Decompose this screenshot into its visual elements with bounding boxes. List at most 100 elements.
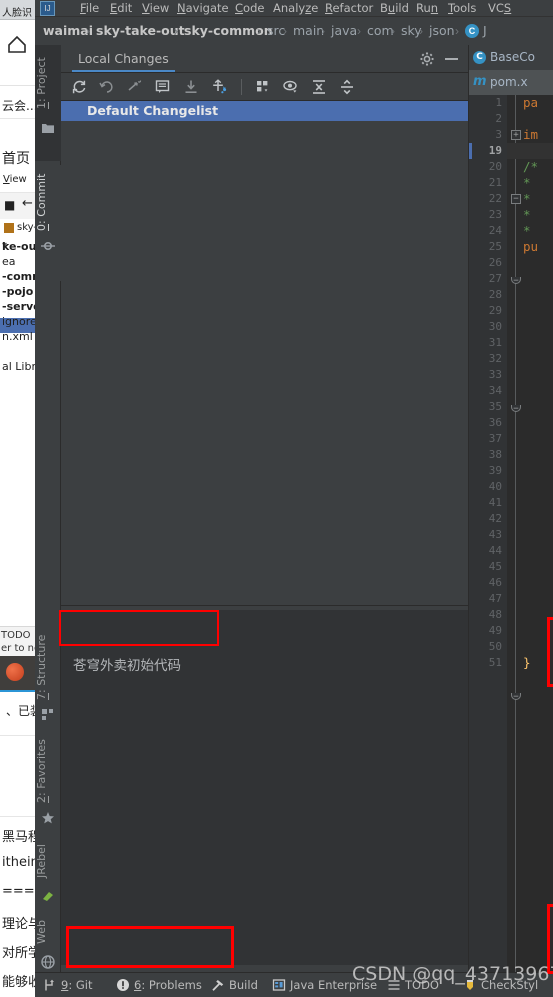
changelist-name: Default Changelist (87, 103, 219, 118)
update-project-icon[interactable] (183, 79, 199, 95)
commit-message-input[interactable] (73, 650, 453, 678)
line-number: 38 (488, 448, 502, 461)
menu-refactor[interactable]: Refactor (325, 1, 373, 16)
shelve-silently-icon[interactable] (127, 79, 143, 95)
fold-end-icon[interactable]: − (511, 277, 521, 286)
status-problems[interactable]: 6: Problems (134, 977, 202, 994)
changed-files-list[interactable] (61, 121, 468, 605)
expand-all-icon[interactable] (311, 79, 327, 95)
line-number: 3 (495, 128, 502, 141)
sidebar-item-favorites[interactable]: 2: Favorites (35, 735, 61, 807)
editor-tabs: C BaseCo m pom.x (469, 45, 553, 95)
preview-diff-icon[interactable] (283, 79, 299, 95)
tab-local-changes[interactable]: Local Changes (72, 48, 175, 72)
bg-menu-view[interactable]: View (3, 174, 27, 185)
commit-message-area[interactable] (61, 610, 468, 965)
folder-icon (41, 121, 55, 135)
fold-expand-icon[interactable]: + (511, 130, 521, 140)
rollback-icon[interactable] (99, 79, 115, 95)
code-line: * (523, 207, 531, 222)
bookmark-label[interactable]: 云会... (2, 97, 37, 114)
commit-node-icon (41, 239, 55, 253)
line-number: 25 (488, 240, 502, 253)
line-number: 43 (488, 528, 502, 541)
refresh-icon[interactable] (71, 79, 87, 95)
line-number: 24 (488, 224, 502, 237)
breadcrumb-separator: › (419, 24, 423, 38)
sidebar-item-web[interactable]: Web (35, 913, 61, 951)
bg-tree-item[interactable]: n.xml (0, 330, 33, 343)
line-number: 26 (488, 256, 502, 269)
breadcrumb-item-main[interactable]: main (293, 22, 324, 40)
sidebar-item-jrebel[interactable]: JRebel (35, 837, 61, 885)
menu-view[interactable]: View (142, 1, 169, 16)
menu-bar: IJ File Edit View Navigate Code Analyze Refact… (35, 0, 553, 17)
line-number: 50 (488, 640, 502, 653)
todo-label[interactable]: TODO (1, 630, 31, 641)
powerpoint-icon[interactable] (6, 663, 24, 681)
menu-tools[interactable]: Tools (448, 1, 476, 16)
branch-icon (43, 978, 57, 992)
fold-collapse-icon[interactable]: − (511, 194, 521, 204)
editor-body[interactable]: 1 2 3 19 20 21 22 23 24 25 26 27 28 29 30 31 32 33 34 35 36 3… (469, 95, 553, 997)
home-icon[interactable] (6, 33, 28, 55)
watermark: CSDN @qq_43713967 (352, 963, 553, 985)
commit-tool-window: Local Changes Default Changelist 苍穹外卖初始代… (61, 45, 488, 997)
menu-build[interactable]: Build (380, 1, 409, 16)
breadcrumb-item-sky-take-out[interactable]: sky-take-out (96, 22, 185, 40)
code-editor: C BaseCo m pom.x 1 2 3 19 20 21 22 23 24 25 26 27 28… (468, 45, 553, 997)
menu-code[interactable]: Code (235, 1, 264, 16)
minimize-icon[interactable] (445, 58, 458, 60)
code-line: im (523, 127, 539, 142)
move-to-changelist-icon[interactable] (211, 79, 227, 95)
changelist-row[interactable]: Default Changelist (61, 101, 468, 121)
back-arrow-icon[interactable]: ← (22, 196, 33, 211)
bg-tree-item[interactable]: ea (0, 255, 16, 268)
fold-end-icon[interactable]: − (511, 693, 521, 702)
show-diff-icon[interactable] (155, 79, 171, 95)
sidebar-item-commit[interactable]: 0: Commit (35, 171, 61, 233)
menu-edit[interactable]: Edit (110, 1, 132, 16)
line-number: 1 (495, 96, 502, 109)
tab-baseco[interactable]: C BaseCo (469, 45, 553, 70)
menu-navigate[interactable]: Navigate (177, 1, 229, 16)
breadcrumb-item-json[interactable]: json (429, 22, 455, 40)
structure-icon (41, 707, 55, 721)
menu-analyze[interactable]: Analyze (273, 1, 318, 16)
breadcrumb-item-leaf[interactable]: J (483, 22, 487, 40)
bg-tree-item[interactable]: -pojo (0, 285, 33, 298)
line-number: 45 (488, 560, 502, 573)
current-line-highlight (507, 143, 553, 159)
line-number: 47 (488, 592, 502, 605)
sidebar-item-project[interactable]: 1: Project (35, 51, 61, 115)
tab-pom[interactable]: m pom.x (469, 70, 553, 95)
line-number: 20 (488, 160, 502, 173)
line-number: 42 (488, 512, 502, 525)
menu-run[interactable]: Run (416, 1, 438, 16)
line-number: 29 (488, 304, 502, 317)
breadcrumb-item-com[interactable]: com (367, 22, 394, 40)
code-line: } (523, 655, 531, 670)
breadcrumb-item-java[interactable]: java (331, 22, 357, 40)
collapse-all-icon[interactable] (339, 79, 355, 95)
app-logo-icon[interactable]: IJ (40, 1, 55, 16)
fold-end-icon[interactable]: − (511, 405, 521, 414)
line-number: 21 (488, 176, 502, 189)
commit-tabbar: Local Changes (61, 45, 468, 73)
group-by-icon[interactable] (255, 79, 271, 95)
bg-tree-item[interactable]: ignore (0, 315, 37, 328)
left-tool-window-bar: 1: Project 0: Commit 7: Structure 2: Fav… (35, 45, 61, 997)
gear-icon[interactable] (420, 52, 434, 66)
line-number: 39 (488, 464, 502, 477)
stop-icon[interactable]: ■ (4, 198, 15, 212)
web-icon (41, 955, 55, 969)
breadcrumb-separator: › (391, 24, 395, 38)
sidebar-item-structure[interactable]: 7: Structure (35, 631, 61, 703)
menu-file[interactable]: File (80, 1, 99, 16)
status-git[interactable]: 9: Git (61, 977, 92, 994)
error-icon (116, 978, 130, 992)
breadcrumb-separator: › (455, 24, 459, 38)
code-line: /* (523, 159, 539, 174)
menu-vcs[interactable]: VCS (488, 1, 511, 16)
status-build[interactable]: Build (229, 977, 258, 994)
